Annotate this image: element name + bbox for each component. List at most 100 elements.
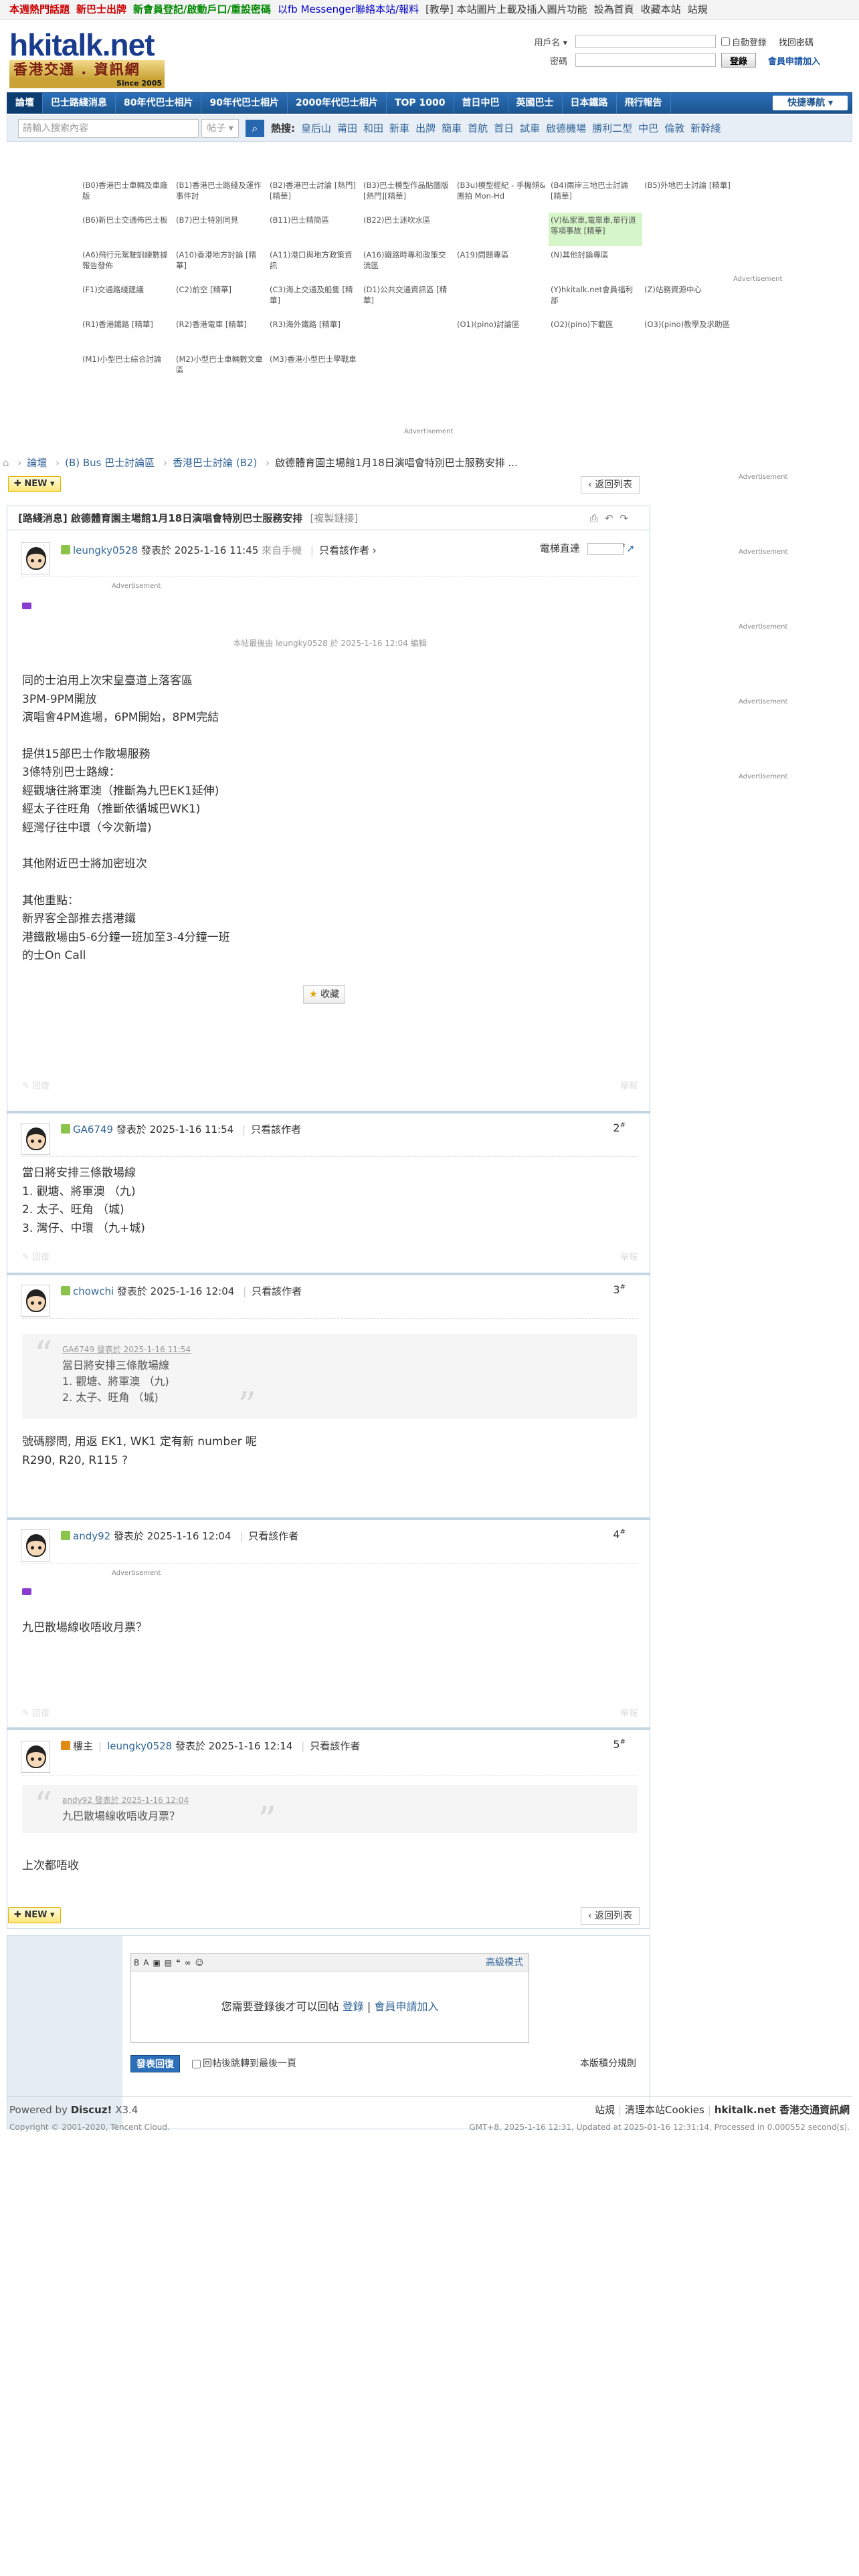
hot-search-link[interactable]: 新車 bbox=[389, 122, 409, 134]
forum-link[interactable]: (B7)巴士特別同見 bbox=[174, 213, 268, 246]
forum-link[interactable]: (B3u)模型經紀 - 手機傾&團拍 Mon-Hd bbox=[455, 178, 549, 211]
prev-thread-icon[interactable]: ↶ bbox=[605, 512, 620, 524]
report-link[interactable]: 舉報 bbox=[620, 1250, 638, 1263]
announcement-link[interactable]: 收藏本站 bbox=[641, 3, 681, 15]
post-author[interactable]: chowchi bbox=[73, 1285, 114, 1297]
username-input[interactable] bbox=[575, 35, 716, 48]
search-type-select[interactable]: 帖子 ▾ bbox=[201, 118, 239, 138]
announcement-link[interactable]: 本週熱門話題 bbox=[9, 3, 70, 15]
forum-link[interactable]: (B4)兩岸三地巴士討論 [精華] bbox=[549, 178, 642, 211]
nav-item[interactable]: 巴士路綫消息 bbox=[43, 93, 116, 113]
font-color-icon[interactable]: A bbox=[143, 1958, 153, 1967]
only-author-link[interactable]: 只看該作者 bbox=[319, 544, 369, 556]
hot-search-link[interactable]: 首航 bbox=[468, 122, 488, 134]
forum-link[interactable]: (V)私家車,電單車,單行道等項事故 [精華] bbox=[549, 213, 642, 246]
forum-link[interactable]: (O3)(pino)教學及求助區 bbox=[642, 317, 736, 350]
post-author[interactable]: GA6749 bbox=[73, 1123, 113, 1136]
reply-link[interactable]: ✎ 回復 bbox=[22, 1081, 50, 1091]
nav-item[interactable]: 80年代巴士相片 bbox=[116, 93, 202, 113]
advanced-mode-link[interactable]: 高級模式 bbox=[486, 1954, 523, 1971]
image-icon[interactable]: ▣ bbox=[153, 1958, 164, 1967]
hot-search-link[interactable]: 莆田 bbox=[337, 122, 357, 134]
hot-search-link[interactable]: 出牌 bbox=[415, 122, 436, 134]
post-author[interactable]: leungky0528 bbox=[73, 544, 138, 556]
link-icon[interactable]: ∞ bbox=[185, 1958, 195, 1967]
forum-link[interactable]: (C3)海上交通及船隻 [精華] bbox=[268, 282, 361, 316]
favorite-button[interactable]: ★ 收藏 bbox=[303, 985, 346, 1004]
nav-item[interactable]: 論壇 bbox=[7, 93, 43, 113]
forum-link[interactable]: (B22)巴士迷吹水區 bbox=[361, 213, 455, 246]
forum-link[interactable]: (B1)香港巴士路綫及運作事件討 bbox=[174, 178, 268, 211]
forum-link[interactable]: (D1)公共交通資訊區 [精華] bbox=[361, 282, 455, 316]
bold-icon[interactable]: B bbox=[134, 1958, 143, 1967]
emoji-icon[interactable]: ☺ bbox=[195, 1958, 208, 1967]
breadcrumb-item[interactable]: 論壇 bbox=[27, 457, 47, 469]
breadcrumb-item[interactable]: 香港巴士討論 (B2) bbox=[173, 457, 257, 469]
nav-item[interactable]: 90年代巴士相片 bbox=[201, 93, 288, 113]
only-author-link[interactable]: 只看該作者 bbox=[248, 1530, 298, 1542]
hot-search-link[interactable]: 新幹綫 bbox=[690, 122, 721, 134]
report-link[interactable]: 舉報 bbox=[620, 1706, 638, 1719]
forum-link[interactable]: (B3)巴士模型作品貼圖版 [熱門][精華] bbox=[361, 178, 455, 211]
nav-item[interactable]: 飛行報告 bbox=[617, 93, 671, 113]
forum-link[interactable]: (B0)香港巴士車輛及車廠版 bbox=[80, 178, 174, 211]
jump-icon[interactable]: ➚ bbox=[626, 542, 635, 554]
announcement-link[interactable]: 以fb Messenger聯絡本站/報料 bbox=[278, 3, 419, 15]
forum-link[interactable]: (B11)巴士精簡區 bbox=[268, 213, 361, 246]
hot-search-link[interactable]: 皇后山 bbox=[301, 122, 331, 134]
avatar[interactable] bbox=[21, 1741, 50, 1773]
nav-item[interactable]: 日本鐵路 bbox=[563, 93, 617, 113]
floor-jump-input[interactable] bbox=[587, 542, 624, 555]
hot-search-link[interactable]: 啟德機場 bbox=[546, 122, 586, 134]
announcement-link[interactable]: 設為首頁 bbox=[594, 3, 634, 15]
submit-reply-button[interactable]: 發表回復 bbox=[130, 2055, 180, 2072]
quick-nav-button[interactable]: 快捷導航 ▾ bbox=[773, 96, 848, 110]
forum-link[interactable]: (A6)飛行元駕駛訓練數據報告發佈 bbox=[80, 247, 174, 281]
login-link[interactable]: 登錄 bbox=[343, 2000, 364, 2013]
forum-link[interactable]: (Y)hkitalk.net會員福利部 bbox=[549, 282, 642, 316]
forum-link[interactable]: (O1)(pino)討論區 bbox=[455, 317, 549, 350]
next-thread-icon[interactable]: ↷ bbox=[619, 512, 635, 524]
register-link[interactable]: 會員申請加入 bbox=[768, 54, 820, 67]
attach-icon[interactable]: ▤ bbox=[165, 1958, 176, 1967]
credit-rules-link[interactable]: 本版積分規則 bbox=[580, 2056, 636, 2070]
announcement-link[interactable]: [教學] 本站圖片上載及插入圖片功能 bbox=[425, 3, 587, 15]
announcement-link[interactable]: 新會員登記/啟動戶口/重設密碼 bbox=[133, 3, 271, 15]
announcement-link[interactable]: 新巴士出牌 bbox=[76, 3, 126, 15]
only-author-link[interactable]: 只看該作者 bbox=[251, 1123, 301, 1136]
only-author-link[interactable]: 只看該作者 bbox=[310, 1740, 360, 1752]
site-logo[interactable]: hkitalk.net 香港交通 . 資訊網 Since 2005 bbox=[9, 29, 165, 88]
only-author-link[interactable]: 只看該作者 bbox=[252, 1285, 302, 1297]
breadcrumb-item[interactable]: (B) Bus 巴士討論區 bbox=[65, 457, 155, 469]
new-thread-button[interactable]: ✚ NEW ▾ bbox=[8, 1907, 61, 1923]
forgot-password-link[interactable]: 找回密碼 bbox=[779, 35, 814, 48]
forum-link[interactable]: (C2)前空 [精華] bbox=[174, 282, 268, 316]
avatar[interactable] bbox=[21, 542, 50, 574]
print-icon[interactable]: ⎙ bbox=[590, 512, 605, 524]
quote-icon[interactable]: ❝ bbox=[176, 1958, 184, 1967]
home-icon[interactable]: ⌂ bbox=[3, 457, 9, 469]
forum-link[interactable]: (A19)問題專區 bbox=[455, 247, 549, 281]
avatar[interactable] bbox=[21, 1285, 50, 1317]
back-to-list-button[interactable]: ‹ 返回列表 bbox=[581, 476, 640, 494]
forum-link[interactable]: (R3)海外鐵路 [精華] bbox=[268, 317, 361, 350]
forum-link[interactable]: (B2)香港巴士討論 [熱門] [精華] bbox=[268, 178, 361, 211]
search-input[interactable]: 請輸入搜索內容 bbox=[18, 118, 199, 138]
register-link[interactable]: 會員申請加入 bbox=[374, 2000, 438, 2013]
report-link[interactable]: 舉報 bbox=[620, 1079, 638, 1091]
reply-link[interactable]: ✎ 回復 bbox=[22, 1253, 50, 1263]
forum-link[interactable]: (M2)小型巴士車輛數文章區 bbox=[174, 352, 268, 385]
forum-link[interactable]: (A16)鐵路時專和政策交流區 bbox=[361, 247, 455, 281]
reply-link[interactable]: ✎ 回復 bbox=[22, 1709, 50, 1719]
jump-last-page-checkbox[interactable]: 回帖後跳轉到最後一頁 bbox=[192, 2056, 296, 2071]
clear-cookies-link[interactable]: 清理本站Cookies bbox=[625, 2104, 704, 2116]
hot-search-link[interactable]: 中巴 bbox=[638, 122, 658, 134]
forum-link[interactable]: (F1)交通路綫建議 bbox=[80, 282, 174, 316]
forum-link[interactable]: (R2)香港電車 [精華] bbox=[174, 317, 268, 350]
hot-search-link[interactable]: 簡車 bbox=[442, 122, 462, 134]
search-button[interactable]: ⌕ bbox=[246, 119, 264, 137]
forum-link[interactable]: (A10)香港地方討論 [精華] bbox=[174, 247, 268, 281]
hot-search-link[interactable]: 倫敦 bbox=[664, 122, 684, 134]
copy-link-button[interactable]: [複製鏈接] bbox=[310, 512, 358, 524]
forum-link[interactable]: (M1)小型巴士綜合討論 bbox=[80, 352, 174, 385]
